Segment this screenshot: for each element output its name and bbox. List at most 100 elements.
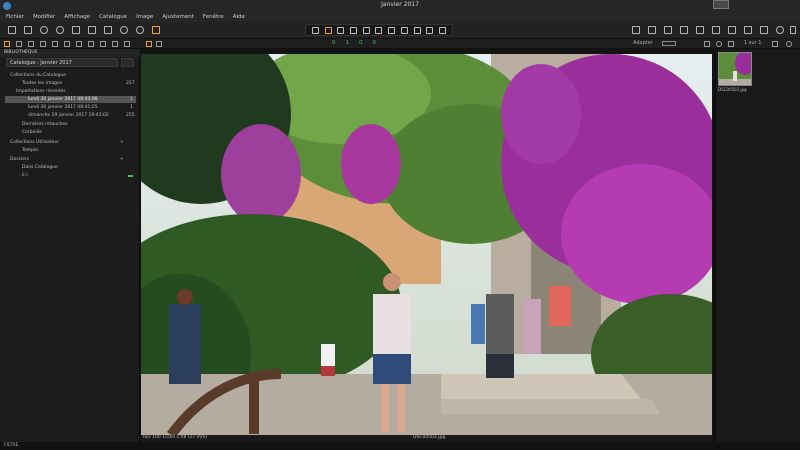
eye-icon[interactable] — [716, 41, 722, 47]
pan-tool-icon[interactable] — [324, 26, 332, 34]
tree-import-2[interactable]: lundi 30 janvier 2017 08:41:25 — [28, 105, 98, 110]
catalog-menu-button[interactable] — [121, 58, 134, 67]
color-tab-icon[interactable] — [40, 41, 46, 47]
tree-trash[interactable]: Corbeille — [22, 130, 42, 135]
crop-tool-icon[interactable] — [337, 26, 345, 34]
main-photo[interactable] — [141, 54, 712, 435]
info-icon[interactable] — [696, 26, 704, 34]
user-icon[interactable] — [704, 41, 710, 47]
rotate-right-icon[interactable] — [56, 26, 64, 34]
browser-panel — [715, 49, 800, 442]
window-control-button[interactable] — [713, 0, 729, 9]
app-logo-icon — [3, 2, 11, 10]
capture-tab-icon[interactable] — [16, 41, 22, 47]
zoom-fit-label[interactable]: Adapter — [633, 40, 653, 46]
check-icon[interactable] — [744, 26, 752, 34]
local-tab-icon[interactable] — [76, 41, 82, 47]
thumbnail-label: DSC00502.jpg — [718, 87, 747, 92]
zoom-slider[interactable] — [662, 41, 676, 46]
tree-recent-imports[interactable]: Importations récentes — [16, 89, 66, 94]
page-counter: 1 sur 1 — [744, 40, 762, 46]
variant-icon[interactable] — [152, 26, 160, 34]
reset-icon[interactable] — [72, 26, 80, 34]
grid-icon[interactable] — [664, 26, 672, 34]
redo-icon[interactable] — [136, 26, 144, 34]
status-bar: FILTRE — [0, 442, 800, 450]
tree-catalog-collections[interactable]: Collections du Catalogue — [10, 73, 66, 78]
help-icon[interactable] — [790, 26, 796, 34]
eyedropper-tool-icon[interactable] — [426, 26, 434, 34]
export-icon[interactable] — [632, 26, 640, 34]
menu-bar: Fichier Modifier Affichage Catalogue Ima… — [0, 12, 800, 22]
annotate-tool-icon[interactable] — [439, 26, 447, 34]
menu-ajustement[interactable]: Ajustement — [162, 14, 194, 20]
view-single-icon[interactable] — [146, 41, 152, 47]
text-icon[interactable] — [712, 26, 720, 34]
thumbnail-image — [719, 53, 751, 85]
lens-tab-icon[interactable] — [28, 41, 34, 47]
select-tool-icon[interactable] — [311, 26, 319, 34]
camera-icon[interactable] — [24, 26, 32, 34]
photo-scene — [141, 54, 712, 435]
exposure-tab-icon[interactable] — [52, 41, 58, 47]
menu-fenetre[interactable]: Fenêtre — [203, 14, 224, 20]
picker-tool-icon[interactable] — [413, 26, 421, 34]
spot-tool-icon[interactable] — [375, 26, 383, 34]
exif-summary: ISO 100 1/160 s f/8 (27 mm) — [143, 435, 208, 440]
add-collection-icon[interactable]: + — [120, 140, 124, 145]
counter-c: 0 — [359, 40, 363, 46]
menu-modifier[interactable]: Modifier — [33, 14, 55, 20]
search-icon[interactable] — [786, 41, 792, 47]
tree-import-1[interactable]: lundi 30 janvier 2017 08:43:08 — [28, 97, 98, 102]
photo-info-bar: ISO 100 1/160 s f/8 (27 mm) DSC00502.jpg — [141, 435, 712, 442]
tree-import-3[interactable]: dimanche 29 janvier 2017 19:43:02 — [28, 113, 109, 118]
filter-label[interactable]: FILTRE — [4, 443, 19, 448]
view-multi-icon[interactable] — [156, 41, 162, 47]
keystone-tool-icon[interactable] — [362, 26, 370, 34]
import-icon[interactable] — [8, 26, 16, 34]
pause-icon[interactable] — [728, 41, 734, 47]
metadata-tab-icon[interactable] — [100, 41, 106, 47]
library-tab-icon[interactable] — [4, 41, 10, 47]
tool-tab-bar — [0, 39, 800, 49]
viewer-filename: DSC00502.jpg — [413, 435, 446, 440]
counter-b: 1 — [345, 40, 350, 46]
tree-temple[interactable]: Temple — [22, 148, 38, 153]
menu-image[interactable]: Image — [136, 14, 153, 20]
count-import-2: 1 — [130, 105, 133, 110]
tree-user-collections[interactable]: Collections Utilisateur — [10, 140, 59, 145]
warning-icon[interactable] — [680, 26, 688, 34]
library-title: BIBLIOTHÈQUE — [4, 50, 38, 55]
copy-adjust-icon[interactable] — [104, 26, 112, 34]
tree-all-images[interactable]: Toutes les images — [22, 81, 62, 86]
tree-in-catalog[interactable]: Dans Catalogue — [22, 165, 58, 170]
gradient-tool-icon[interactable] — [400, 26, 408, 34]
trash-icon[interactable] — [88, 26, 96, 34]
tree-folders[interactable]: Dossiers — [10, 157, 29, 162]
rotate-left-icon[interactable] — [40, 26, 48, 34]
add-folder-icon[interactable]: + — [120, 157, 124, 162]
person-icon[interactable] — [772, 41, 778, 47]
brush-tool-icon[interactable] — [388, 26, 396, 34]
print-icon[interactable] — [760, 26, 768, 34]
straighten-tool-icon[interactable] — [350, 26, 358, 34]
pin-icon[interactable] — [728, 26, 736, 34]
catalog-select[interactable]: Catalogue : Janvier 2017 — [6, 58, 118, 67]
gear-icon[interactable] — [776, 26, 784, 34]
thumbnail[interactable] — [718, 52, 752, 86]
output-tab-icon[interactable] — [112, 41, 118, 47]
menu-fichier[interactable]: Fichier — [6, 14, 24, 20]
drive-status-indicator — [128, 175, 133, 177]
batch-tab-icon[interactable] — [124, 41, 130, 47]
detail-tab-icon[interactable] — [64, 41, 70, 47]
undo-icon[interactable] — [120, 26, 128, 34]
adjust-tab-icon[interactable] — [88, 41, 94, 47]
menu-catalogue[interactable]: Catalogue — [99, 14, 127, 20]
tree-last-edits[interactable]: Dernières retouches — [22, 122, 68, 127]
upload-icon[interactable] — [648, 26, 656, 34]
menu-affichage[interactable]: Affichage — [64, 14, 90, 20]
menu-aide[interactable]: Aide — [233, 14, 245, 20]
tree-drive-e[interactable]: E:\ — [22, 173, 28, 178]
count-import-1: 1 — [130, 97, 133, 102]
counter-a: 0 — [332, 40, 336, 46]
